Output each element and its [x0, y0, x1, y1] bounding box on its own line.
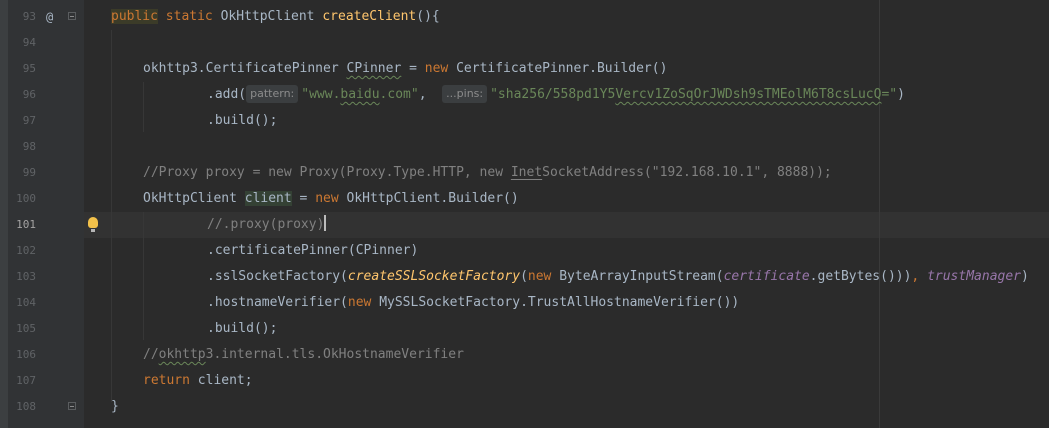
code-line-98[interactable]: 98: [0, 134, 1049, 160]
code-line-95[interactable]: 95 okhttp3.CertificatePinner CPinner = n…: [0, 56, 1049, 82]
code-line-107[interactable]: 107 return client;: [0, 368, 1049, 394]
code-text: public static OkHttpClient createClient(…: [111, 9, 440, 24]
line-number: 105: [16, 322, 36, 335]
code-text: //.proxy(proxy): [207, 215, 327, 232]
line-number: 108: [16, 400, 36, 413]
line-number: 98: [22, 140, 36, 153]
override-at-icon[interactable]: @: [46, 4, 53, 30]
line-number: 104: [16, 296, 36, 309]
code-text: .add(pattern: "www.baidu.com", ...pins: "s…: [207, 85, 905, 103]
code-text: return client;: [143, 373, 253, 388]
code-line-100[interactable]: 100 OkHttpClient client = new OkHttpClie…: [0, 186, 1049, 212]
code-text: .certificatePinner(CPinner): [207, 243, 419, 258]
code-line-102[interactable]: 102 .certificatePinner(CPinner): [0, 238, 1049, 264]
line-number: 102: [16, 244, 36, 257]
code-line-94[interactable]: 94: [0, 30, 1049, 56]
line-number: 107: [16, 374, 36, 387]
code-text: //Proxy proxy = new Proxy(Proxy.Type.HTT…: [143, 165, 832, 180]
code-line-106[interactable]: 106 //okhttp3.internal.tls.OkHostnameVer…: [0, 342, 1049, 368]
line-number: 99: [22, 166, 36, 179]
line-number: 96: [22, 88, 36, 101]
code-text: .hostnameVerifier(new MySSLSocketFactory…: [207, 295, 740, 310]
code-line-101[interactable]: 101 //.proxy(proxy): [0, 212, 1049, 238]
code-editor[interactable]: 93 @ public static OkHttpClient createCl…: [0, 0, 1049, 428]
code-text: .build();: [207, 321, 278, 336]
line-number: 97: [22, 114, 36, 127]
code-text: }: [111, 399, 119, 414]
code-text: //okhttp3.internal.tls.OkHostnameVerifie…: [143, 347, 464, 362]
line-number: 101: [16, 218, 36, 231]
line-number: 106: [16, 348, 36, 361]
code-text: OkHttpClient client = new OkHttpClient.B…: [143, 191, 519, 206]
text-caret: [324, 215, 327, 231]
code-line-93[interactable]: 93 @ public static OkHttpClient createCl…: [0, 4, 1049, 30]
code-line-99[interactable]: 99 //Proxy proxy = new Proxy(Proxy.Type.…: [0, 160, 1049, 186]
code-line-103[interactable]: 103 .sslSocketFactory(createSSLSocketFac…: [0, 264, 1049, 290]
line-number: 94: [22, 36, 36, 49]
code-line-97[interactable]: 97 .build();: [0, 108, 1049, 134]
line-number: 100: [16, 192, 36, 205]
code-line-108[interactable]: 108 }: [0, 394, 1049, 420]
code-text: .build();: [207, 113, 278, 128]
code-line-104[interactable]: 104 .hostnameVerifier(new MySSLSocketFac…: [0, 290, 1049, 316]
code-text: .sslSocketFactory(createSSLSocketFactory…: [207, 269, 1029, 284]
parameter-hint: pattern:: [246, 85, 299, 103]
line-number: 103: [16, 270, 36, 283]
code-line-105[interactable]: 105 .build();: [0, 316, 1049, 342]
line-number: 95: [22, 62, 36, 75]
fold-icon[interactable]: [68, 402, 76, 410]
lightbulb-icon[interactable]: [88, 217, 98, 232]
code-text: okhttp3.CertificatePinner CPinner = new …: [143, 61, 668, 76]
parameter-hint: ...pins:: [442, 85, 488, 103]
line-number: 93: [22, 10, 36, 23]
fold-icon[interactable]: [68, 12, 76, 20]
code-line-96[interactable]: 96 .add(pattern: "www.baidu.com", ...pins…: [0, 82, 1049, 108]
